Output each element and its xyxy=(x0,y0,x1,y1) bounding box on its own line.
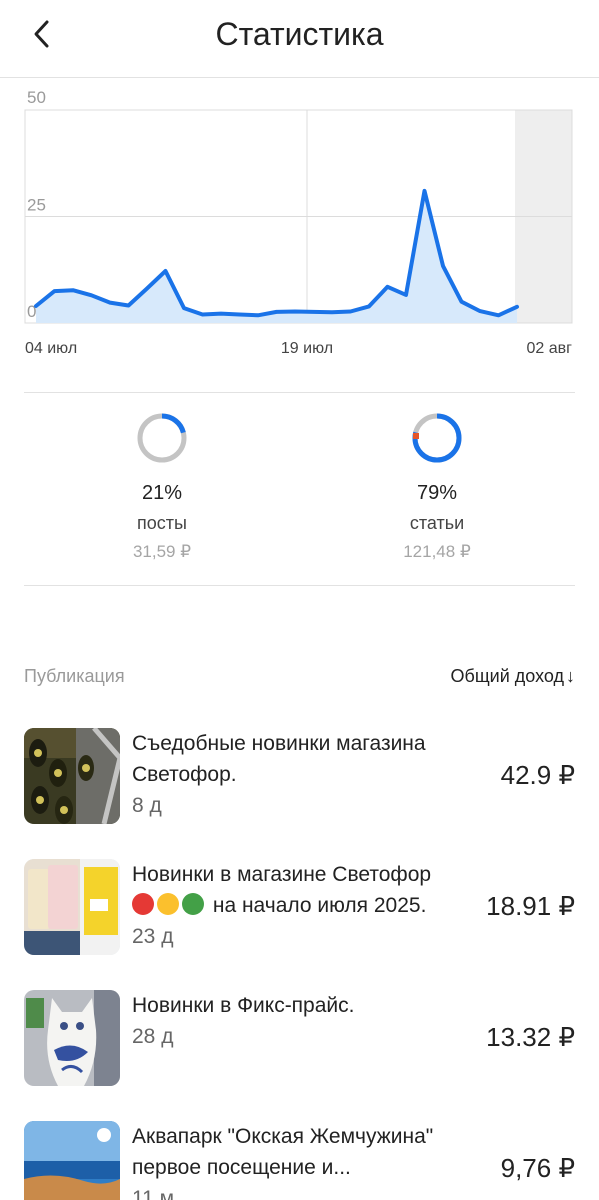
green-circle-icon xyxy=(182,893,204,915)
share-articles: 79% статьи 121,48 ₽ xyxy=(337,412,537,562)
income-chart[interactable]: 50 25 0 04 июл 19 июл 02 авг xyxy=(0,80,599,370)
posts-share-donut xyxy=(137,413,187,463)
arrow-down-icon: ↓ xyxy=(566,666,575,686)
publication-row[interactable]: Новинки в Фикс-прайс. 28 д 13.32 ₽ xyxy=(24,990,575,1086)
publication-title: Аквапарк "Окская Жемчужина" xyxy=(132,1125,434,1148)
publication-thumbnail xyxy=(24,990,120,1086)
publication-thumbnail xyxy=(24,728,120,824)
publication-column-label: Публикация xyxy=(24,666,125,686)
publication-info: Съедобные новинки магазина Светофор. 8 д xyxy=(132,728,472,821)
share-posts: 21% посты 31,59 ₽ xyxy=(62,412,262,562)
publication-title: Новинки в магазине Светофор xyxy=(132,863,432,886)
publication-title-continued: на начало июля 2025. xyxy=(212,894,427,917)
articles-label: статьи xyxy=(409,513,465,533)
publication-title: Съедобные новинки магазина xyxy=(132,732,426,755)
publication-info: Новинки в Фикс-прайс. 28 д xyxy=(132,990,472,1052)
posts-percent: 21% xyxy=(141,482,183,504)
x-tick-label: 02 авг xyxy=(527,340,573,357)
x-tick-label: 19 июл xyxy=(281,340,333,357)
yellow-circle-icon xyxy=(157,893,179,915)
y-tick-label: 25 xyxy=(27,196,46,215)
publication-title-continued: Светофор. xyxy=(132,763,237,786)
income-column-label: Общий доход xyxy=(450,666,564,686)
publication-age: 28 д xyxy=(132,1025,174,1048)
publication-row[interactable]: Съедобные новинки магазина Светофор. 8 д… xyxy=(24,728,575,824)
publication-income: 13.32 ₽ xyxy=(486,1022,575,1052)
publication-income: 9,76 ₽ xyxy=(500,1153,575,1183)
publication-title: Новинки в Фикс-прайс. xyxy=(132,994,355,1017)
publication-info: Новинки в магазине Светофор на начало ию… xyxy=(132,859,472,952)
divider xyxy=(24,585,575,586)
publication-thumbnail xyxy=(24,859,120,955)
publication-income: 18.91 ₽ xyxy=(486,891,575,921)
list-header: Публикация Общий доход ↓ xyxy=(24,666,575,694)
publication-age: 8 д xyxy=(132,794,162,817)
publication-row[interactable]: Новинки в магазине Светофор на начало ию… xyxy=(24,859,575,955)
publication-thumbnail xyxy=(24,1121,120,1200)
red-circle-icon xyxy=(132,893,154,915)
y-tick-label: 50 xyxy=(27,88,46,107)
articles-percent: 79% xyxy=(416,482,458,504)
publication-title-continued: первое посещение и... xyxy=(132,1156,351,1179)
articles-amount: 121,48 ₽ xyxy=(403,542,471,561)
publication-row[interactable]: Аквапарк "Окская Жемчужина" первое посещ… xyxy=(24,1121,575,1200)
publication-income: 42.9 ₽ xyxy=(500,760,575,790)
publication-age: 23 д xyxy=(132,925,174,948)
posts-label: посты xyxy=(137,513,187,533)
donut-marker xyxy=(413,433,419,439)
top-bar: Статистика xyxy=(0,0,599,78)
income-chart-svg: 5025004 июл 19 июл 02 авг xyxy=(24,88,573,357)
page-title: Статистика xyxy=(215,16,384,52)
posts-amount: 31,59 ₽ xyxy=(132,542,192,561)
publication-title-continued-line: на начало июля 2025. xyxy=(132,890,472,921)
articles-share-donut xyxy=(412,413,462,463)
publication-info: Аквапарк "Окская Жемчужина" первое посещ… xyxy=(132,1121,472,1200)
divider xyxy=(24,392,575,393)
x-tick-label: 04 июл xyxy=(25,340,77,357)
publication-age: 11 м xyxy=(132,1187,175,1200)
sort-by-income-button[interactable]: Общий доход ↓ xyxy=(451,666,575,687)
